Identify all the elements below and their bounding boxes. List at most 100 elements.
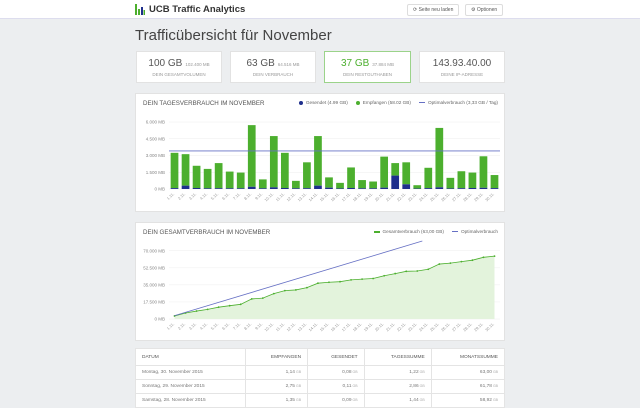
options-button[interactable]: ⚙ Optionen [465,4,503,16]
bar-received [292,181,300,188]
card-value: 143.93.40.00 [433,58,491,69]
total-point [416,270,418,272]
bar-sent [458,188,466,189]
legend-optimal[interactable]: Optimalverbrauch (3,33 GB / Tag) [419,100,498,105]
x-tick-label: 22.11. [396,191,407,202]
bar-received [270,136,278,187]
bar-sent [270,187,278,189]
bar-sent [325,188,333,189]
x-tick-label: 25.11. [429,191,440,202]
total-area [175,256,495,319]
x-tick-label: 13.11. [296,321,307,332]
x-tick-label: 4.11. [199,191,209,201]
total-point [472,259,474,261]
bar-sent [226,188,234,189]
total-point [372,278,374,280]
bar-received [303,162,311,188]
column-header[interactable]: EMPFANGEN [246,349,308,366]
bar-received [391,163,399,176]
total-point [339,281,341,283]
x-tick-label: 3.11. [188,321,198,331]
bar-received [413,185,421,188]
x-tick-label: 6.11. [221,321,231,331]
card-sub: 102.400 MB [185,62,209,67]
bar-received [281,153,289,188]
bar-sent [248,187,256,189]
x-tick-label: 5.11. [210,191,220,201]
column-header[interactable]: DATUM [136,349,246,366]
total-point [350,279,352,281]
total-usage-chart: 0 MB17.500 MB35.000 MB52.500 MB70.000 MB… [136,223,506,342]
bar-sent [182,186,190,189]
x-tick-label: 2.11. [177,321,187,331]
bar-sent [303,188,311,189]
x-tick-label: 28.11. [462,191,473,202]
bar-received [314,136,322,186]
x-tick-label: 11.11. [275,321,286,332]
x-tick-label: 19.11. [363,191,374,202]
y-tick-label: 35.000 MB [143,282,165,287]
column-header[interactable]: GESENDET [308,349,365,366]
x-tick-label: 27.11. [451,191,462,202]
table-row: Sonntag, 29. November 20152,75GB0,11GB2,… [136,380,505,394]
x-tick-label: 23.11. [407,321,418,332]
total-point [196,310,198,312]
total-point [405,270,407,272]
reload-label: Seite neu laden [419,7,454,13]
legend-optimal[interactable]: Optimalverbrauch [452,229,498,234]
x-tick-label: 3.11. [188,191,198,201]
x-tick-label: 13.11. [296,191,307,202]
total-point [229,305,231,307]
x-tick-label: 27.11. [451,321,462,332]
bar-sent [424,188,432,189]
x-tick-label: 21.11. [385,191,396,202]
bar-sent [380,188,388,189]
x-tick-label: 21.11. [385,321,396,332]
x-tick-label: 26.11. [440,321,451,332]
x-tick-label: 12.11. [285,321,296,332]
reload-button[interactable]: ⟳ Seite neu laden [407,4,459,16]
column-header[interactable]: TAGESSUMME [364,349,431,366]
column-header[interactable]: MONATSSUMME [431,349,504,366]
bar-received [347,167,355,188]
bar-received [325,177,333,187]
x-tick-label: 18.11. [352,191,363,202]
y-tick-label: 4.500 MB [146,136,165,141]
bar-received [226,172,234,189]
total-point [207,308,209,310]
x-tick-label: 17.11. [341,191,352,202]
chart-legend: Gesamtverbrauch (63,00 GB) Optimalverbra… [374,229,499,234]
table-cell: 63,00GB [431,366,504,380]
x-tick-label: 8.11. [243,191,253,201]
x-tick-label: 16.11. [330,191,341,202]
chart-legend: Gesendet (4.99 GB) Empfangen (58.02 GB) … [299,100,498,105]
x-tick-label: 25.11. [429,321,440,332]
y-tick-label: 70.000 MB [143,248,165,253]
total-point [483,256,485,258]
legend-sent[interactable]: Gesendet (4.99 GB) [299,100,348,105]
x-tick-label: 24.11. [418,191,429,202]
x-tick-label: 10.11. [263,321,274,332]
x-tick-label: 14.11. [307,321,318,332]
legend-received[interactable]: Empfangen (58.02 GB) [356,100,411,105]
bar-sent [292,188,300,189]
x-tick-label: 29.11. [473,321,484,332]
x-tick-label: 16.11. [330,321,341,332]
bar-sent [369,188,377,189]
legend-total[interactable]: Gesamtverbrauch (63,00 GB) [374,229,445,234]
chart-title: Dein Gesamtverbrauch im November [143,229,270,236]
card-sub: 64.516 MB [278,62,300,67]
table-row: Montag, 30. November 20151,14GB0,08GB1,2… [136,366,505,380]
card-label: Dein Verbrauch [231,72,315,77]
bar-received [469,173,477,188]
bar-received [435,128,443,187]
total-point [383,275,385,277]
table-cell: 1,44GB [364,394,431,408]
x-tick-label: 29.11. [473,191,484,202]
total-usage-panel: 0 MB17.500 MB35.000 MB52.500 MB70.000 MB… [135,222,505,341]
table-cell: 2,86GB [364,380,431,394]
x-tick-label: 7.11. [232,191,242,201]
table-cell: 58,92GB [431,394,504,408]
x-tick-label: 19.11. [363,321,374,332]
total-point [328,281,330,283]
